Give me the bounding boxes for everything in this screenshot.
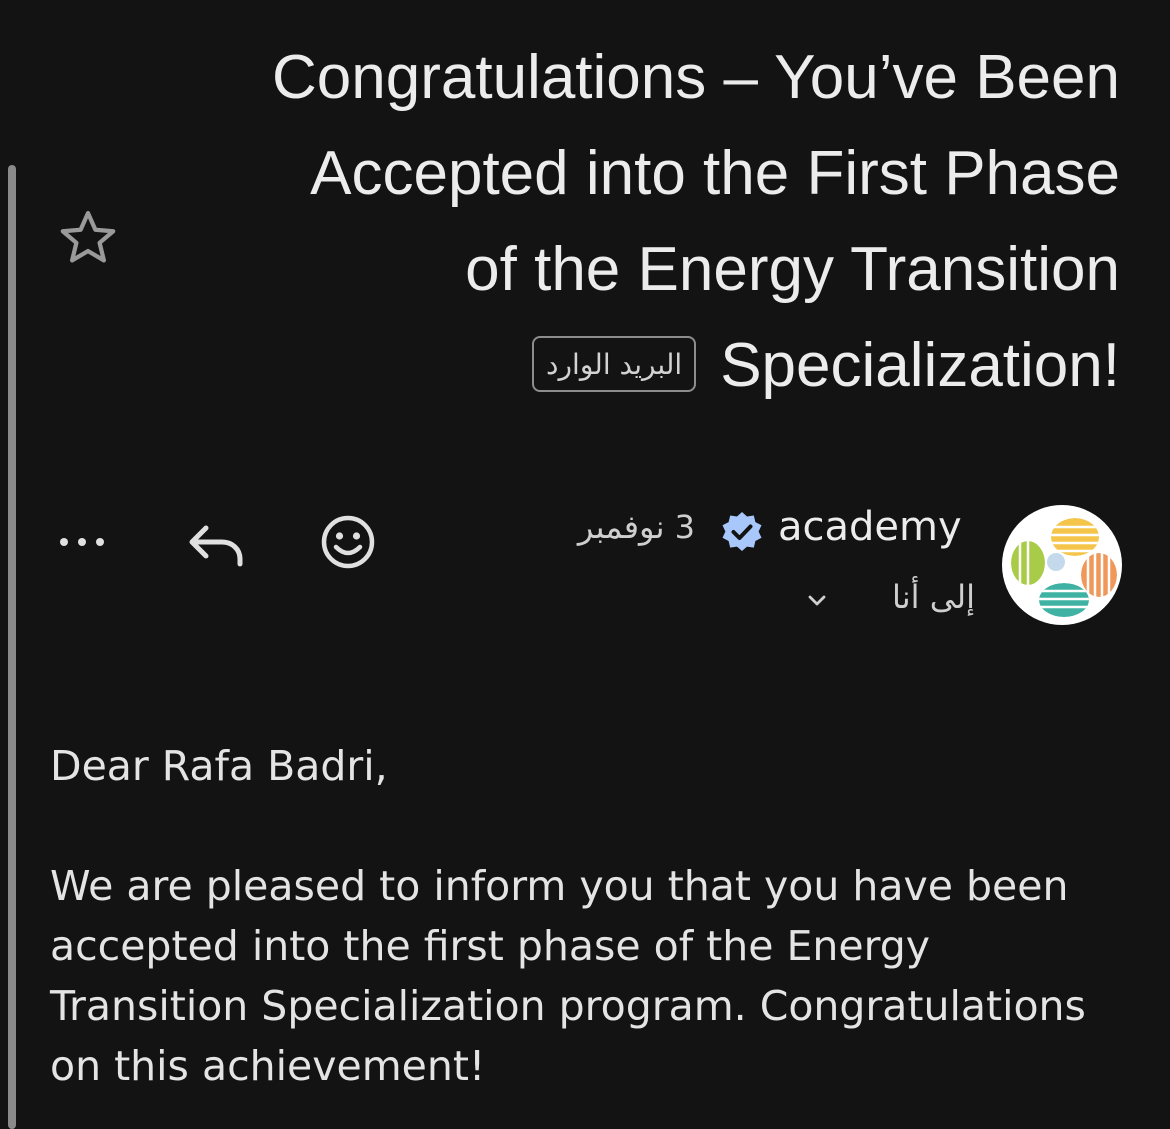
chevron-down-icon[interactable]	[802, 586, 832, 616]
academy-logo	[1011, 518, 1117, 617]
email-subject: Congratulations – You’ve Been Accepted i…	[150, 30, 1120, 414]
verified-badge-icon	[722, 512, 762, 551]
reply-icon[interactable]	[184, 512, 248, 576]
subject-line: of the Energy Transition	[465, 235, 1120, 304]
subject-line-text: Specialization!	[720, 331, 1120, 400]
email-date: 3 نوفمبر	[577, 508, 695, 546]
scrollbar[interactable]	[8, 165, 16, 1129]
subject-line: Congratulations – You’ve Been	[272, 43, 1120, 112]
avatar[interactable]	[1002, 505, 1122, 625]
inbox-label-chip[interactable]: البريد الوارد	[532, 335, 697, 392]
star-outline-icon[interactable]	[54, 204, 122, 272]
subject-line: Accepted into the First Phase	[310, 139, 1120, 208]
sender-name[interactable]: academy	[778, 504, 962, 550]
email-body: Dear Rafa Badri, We are pleased to infor…	[50, 736, 1130, 1096]
email-greeting: Dear Rafa Badri,	[50, 742, 388, 790]
email-paragraph: We are pleased to inform you that you ha…	[50, 862, 1086, 1090]
more-horizontal-icon[interactable]	[56, 520, 112, 564]
recipient-line[interactable]: إلى أنا	[860, 578, 975, 616]
subject-line-last: البريد الوارد Specialization!	[150, 318, 1120, 414]
emoji-reaction-icon[interactable]	[318, 512, 378, 572]
